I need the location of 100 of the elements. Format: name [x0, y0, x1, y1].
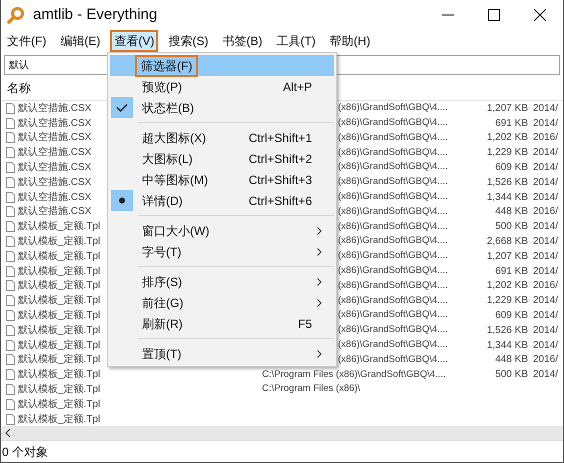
file-date: 2014/ [533, 220, 558, 234]
file-path: (x86)\GrandSoft\GBQ\4.... [338, 220, 449, 234]
file-size: 448 KB [494, 205, 528, 220]
file-path: (x86)\GrandSoft\GBQ\4.... [338, 130, 449, 145]
file-date: 2014/ [533, 102, 558, 116]
file-size: 500 KB [494, 220, 528, 234]
menu-item[interactable]: 排序(S) [110, 271, 334, 292]
menu-bar-item[interactable]: 文件(F) [3, 30, 50, 52]
file-name: 默认模板_定额.Tpl [18, 294, 100, 308]
file-size: 2,668 KB [486, 235, 528, 250]
file-path: (x86)\GrandSoft\GBQ\4.... [338, 308, 449, 322]
file-icon [6, 414, 15, 425]
close-icon[interactable] [534, 9, 546, 21]
file-name: 默认模板_定额.Tpl [18, 234, 100, 250]
file-date: 2016/ [533, 205, 558, 220]
file-icon [6, 340, 15, 351]
file-size: 609 KB [494, 161, 528, 176]
file-name: 默认模板_定额.Tpl [18, 368, 100, 382]
file-size: 1,526 KB [486, 324, 528, 338]
menu-item[interactable]: 刷新(R) F5 [110, 313, 334, 334]
file-path: (x86)\GrandSoft\GBQ\4.... [338, 160, 449, 174]
menu-bar-item[interactable]: 书签(B) [218, 30, 266, 52]
scroll-left-icon[interactable] [5, 429, 11, 438]
file-name: 默认模板_定额.Tpl [18, 338, 100, 353]
menu-item[interactable]: 置顶(T) [110, 343, 334, 364]
file-name: 默认模板_定额.Tpl [18, 250, 100, 264]
file-icon [6, 266, 15, 277]
file-date: 2014/ [533, 338, 558, 353]
highlight-frame: 筛选器(F) [137, 56, 196, 74]
file-icon [6, 147, 15, 158]
file-date: 2014/ [533, 324, 558, 338]
file-name: 默认模板_定额.Tpl [18, 324, 100, 338]
file-date: 2014/ [533, 250, 558, 264]
menu-item[interactable]: 中等图标(M) Ctrl+Shift+3 [110, 169, 334, 190]
file-path: (x86)\GrandSoft\GBQ\4.... [338, 264, 449, 278]
file-date: 2014/ [533, 309, 558, 323]
menu-item[interactable]: 筛选器(F) [110, 55, 334, 76]
file-name: 默认空措施.CSX [18, 102, 92, 116]
menu-bar-item[interactable]: 工具(T) [272, 30, 320, 52]
file-path: (x86)\GrandSoft\GBQ\4.... [338, 294, 449, 308]
file-path: (x86)\GrandSoft\GBQ\4.... [338, 278, 449, 293]
file-path: C:\Program Files (x86)\ [262, 382, 362, 396]
file-icon [6, 221, 15, 232]
menu-item[interactable]: 大图标(L) Ctrl+Shift+2 [110, 148, 334, 169]
file-icon [6, 176, 15, 188]
menu-bar-item[interactable]: 编辑(E) [56, 30, 104, 52]
file-date: 2014/ [533, 264, 558, 279]
menu-bar-item[interactable]: 查看(V) [110, 30, 158, 52]
file-size: 1,344 KB [486, 190, 528, 205]
file-date: 2014/ [533, 116, 558, 131]
menu-item[interactable]: 预览(P) Alt+P [110, 76, 334, 97]
file-size: 1,344 KB [486, 338, 528, 353]
file-icon [6, 310, 15, 321]
file-path: (x86)\GrandSoft\GBQ\4.... [338, 101, 449, 116]
file-name: 默认模板_定额.Tpl [18, 382, 100, 397]
file-icon [6, 384, 15, 395]
file-icon [6, 162, 15, 174]
file-icon [6, 324, 15, 336]
file-size: 609 KB [494, 309, 528, 323]
menu-item[interactable]: 超大图标(X) Ctrl+Shift+1 [110, 127, 334, 148]
file-name: 默认模板_定额.Tpl [18, 220, 100, 234]
menu-item[interactable]: 窗口大小(W) [110, 220, 334, 241]
file-icon [6, 102, 15, 114]
file-date: 2016/ [533, 353, 558, 368]
file-date: 2014/ [533, 146, 558, 160]
file-name: 默认空措施.CSX [18, 204, 92, 220]
file-icon [6, 295, 15, 306]
magnifier-icon [7, 6, 25, 24]
file-path: (x86)\GrandSoft\GBQ\4.... [338, 323, 449, 338]
menu-bar-item[interactable]: 搜索(S) [164, 30, 212, 52]
menu-item[interactable]: 前往(G) [110, 292, 334, 313]
file-icon [6, 354, 15, 366]
file-path: C:\Program Files (x86)\GrandSoft\GBQ\4.... [262, 368, 447, 382]
menu-item[interactable]: 字号(T) [110, 241, 334, 262]
file-name: 默认模板_定额.Tpl [18, 398, 100, 412]
file-icon [6, 132, 15, 144]
file-size: 1,202 KB [486, 131, 528, 146]
file-icon [6, 398, 15, 410]
file-path: (x86)\GrandSoft\GBQ\4.... [338, 190, 449, 204]
file-name: 默认空措施.CSX [18, 190, 92, 205]
menu-bar-item[interactable]: 帮助(H) [326, 30, 374, 52]
file-name: 默认模板_定额.Tpl [18, 352, 100, 368]
menu-item[interactable]: 状态栏(B) [110, 97, 334, 118]
status-text: 0 个对象 [2, 444, 48, 461]
file-date: 2014/ [533, 176, 558, 190]
file-date: 2014/ [533, 190, 558, 205]
file-icon [6, 369, 15, 380]
file-date: 2014/ [533, 368, 558, 382]
maximize-icon[interactable] [488, 9, 500, 21]
file-path: (x86)\GrandSoft\GBQ\4.... [338, 338, 449, 352]
file-date: 2014/ [533, 161, 558, 176]
file-name: 默认模板_定额.Tpl [18, 308, 100, 323]
file-date: 2016/ [533, 131, 558, 146]
file-date: 2014/ [533, 294, 558, 308]
file-size: 1,207 KB [486, 250, 528, 264]
file-name: 默认模板_定额.Tpl [18, 412, 100, 426]
file-name: 默认空措施.CSX [18, 176, 92, 190]
file-path: (x86)\GrandSoft\GBQ\4.... [338, 352, 449, 367]
file-name: 默认模板_定额.Tpl [18, 278, 100, 294]
menu-item[interactable]: 详情(D) Ctrl+Shift+6 [110, 190, 334, 211]
